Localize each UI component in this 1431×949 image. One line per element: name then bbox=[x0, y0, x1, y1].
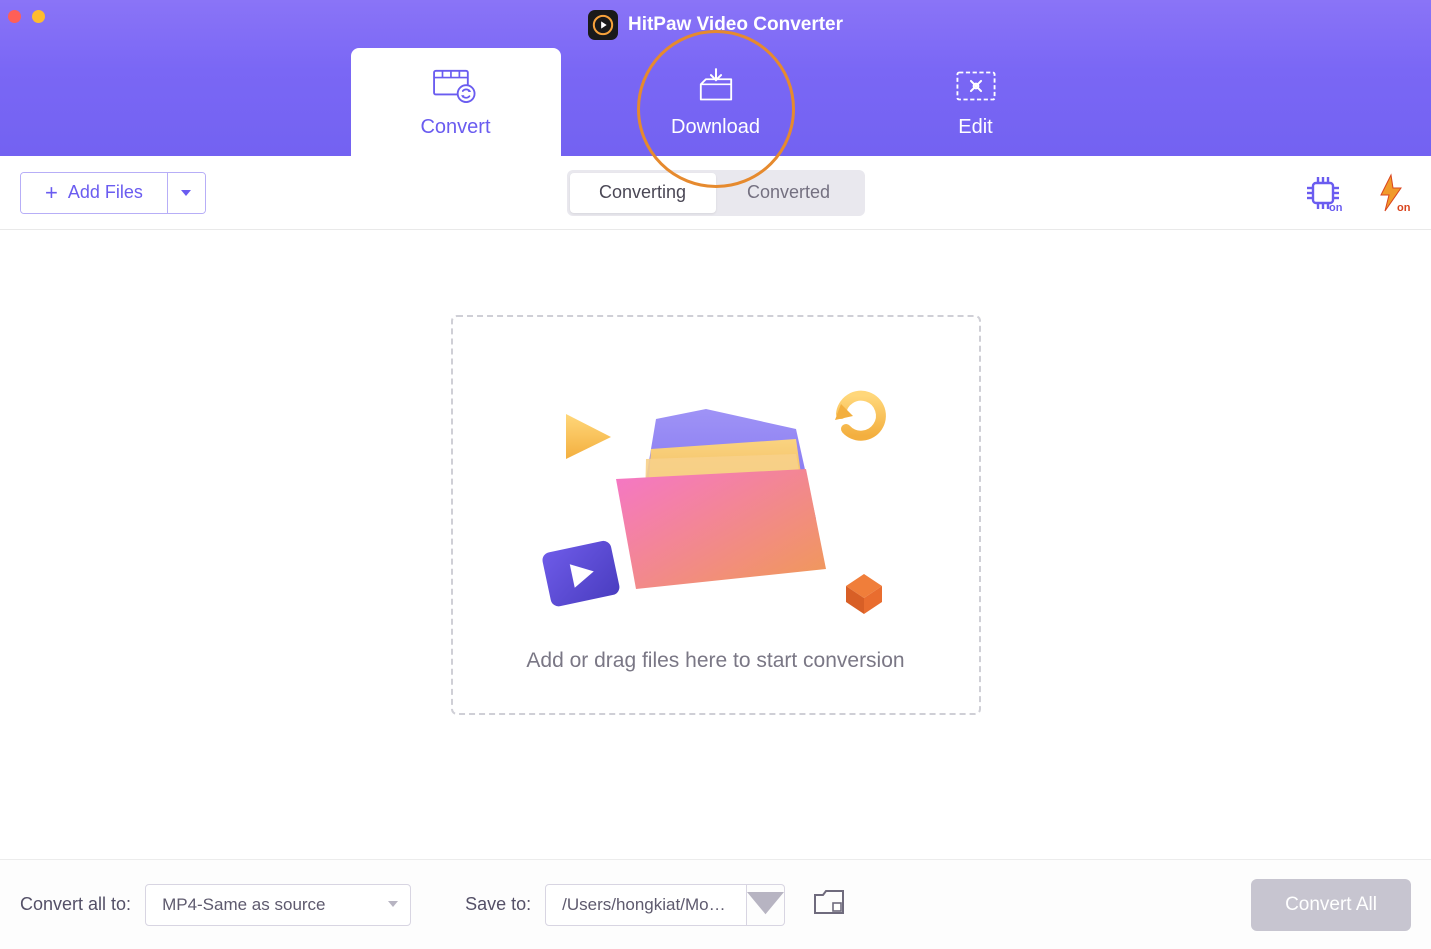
chevron-down-icon bbox=[180, 189, 192, 197]
chevron-down-icon bbox=[747, 892, 784, 918]
title-bar: HitPaw Video Converter bbox=[0, 10, 1431, 40]
tab-convert[interactable]: Convert bbox=[351, 48, 561, 156]
svg-text:on: on bbox=[1329, 202, 1343, 213]
hardware-acceleration-button[interactable]: on bbox=[1303, 173, 1343, 213]
toolbar-right-icons: on on bbox=[1303, 173, 1411, 213]
add-files-label: Add Files bbox=[68, 182, 143, 203]
add-files-group: + Add Files bbox=[20, 172, 206, 214]
toolbar: + Add Files Converting Converted on on bbox=[0, 156, 1431, 230]
format-select[interactable]: MP4-Same as source bbox=[145, 884, 411, 926]
chevron-down-icon bbox=[376, 901, 410, 908]
save-path-select[interactable]: /Users/hongkiat/Movies/… bbox=[545, 884, 747, 926]
add-files-button[interactable]: + Add Files bbox=[21, 173, 167, 213]
tab-edit-label: Edit bbox=[958, 116, 992, 139]
format-value: MP4-Same as source bbox=[146, 895, 376, 915]
drop-message: Add or drag files here to start conversi… bbox=[526, 649, 904, 673]
add-files-dropdown-button[interactable] bbox=[167, 173, 205, 213]
save-path-value: /Users/hongkiat/Movies/… bbox=[546, 895, 746, 915]
open-folder-button[interactable] bbox=[813, 889, 845, 920]
download-icon bbox=[689, 66, 743, 106]
convert-icon bbox=[429, 66, 483, 106]
plus-icon: + bbox=[45, 180, 58, 206]
tab-download-label: Download bbox=[671, 116, 760, 139]
svg-text:on: on bbox=[1397, 202, 1411, 213]
drop-area[interactable]: Add or drag files here to start conversi… bbox=[451, 315, 981, 715]
convert-all-label: Convert All bbox=[1285, 894, 1377, 916]
save-path-dropdown-button[interactable] bbox=[747, 884, 785, 926]
convert-all-button[interactable]: Convert All bbox=[1251, 879, 1411, 931]
app-logo-icon bbox=[588, 10, 618, 40]
header: HitPaw Video Converter Convert bbox=[0, 0, 1431, 156]
save-to-label: Save to: bbox=[465, 894, 531, 915]
tab-download[interactable]: Download bbox=[611, 48, 821, 156]
status-segmented-control: Converting Converted bbox=[567, 170, 865, 216]
convert-all-to-label: Convert all to: bbox=[20, 894, 131, 915]
folder-icon bbox=[813, 889, 845, 915]
tab-convert-label: Convert bbox=[420, 116, 490, 139]
lightning-speed-button[interactable]: on bbox=[1371, 173, 1411, 213]
edit-icon bbox=[949, 66, 1003, 106]
segment-converted[interactable]: Converted bbox=[716, 173, 862, 213]
tab-edit[interactable]: Edit bbox=[871, 48, 1081, 156]
segment-converting[interactable]: Converting bbox=[570, 173, 716, 213]
main-tabs: Convert Download Edit bbox=[0, 48, 1431, 156]
app-title: HitPaw Video Converter bbox=[628, 14, 843, 36]
footer: Convert all to: MP4-Same as source Save … bbox=[0, 859, 1431, 949]
folder-illustration-icon bbox=[496, 359, 936, 639]
